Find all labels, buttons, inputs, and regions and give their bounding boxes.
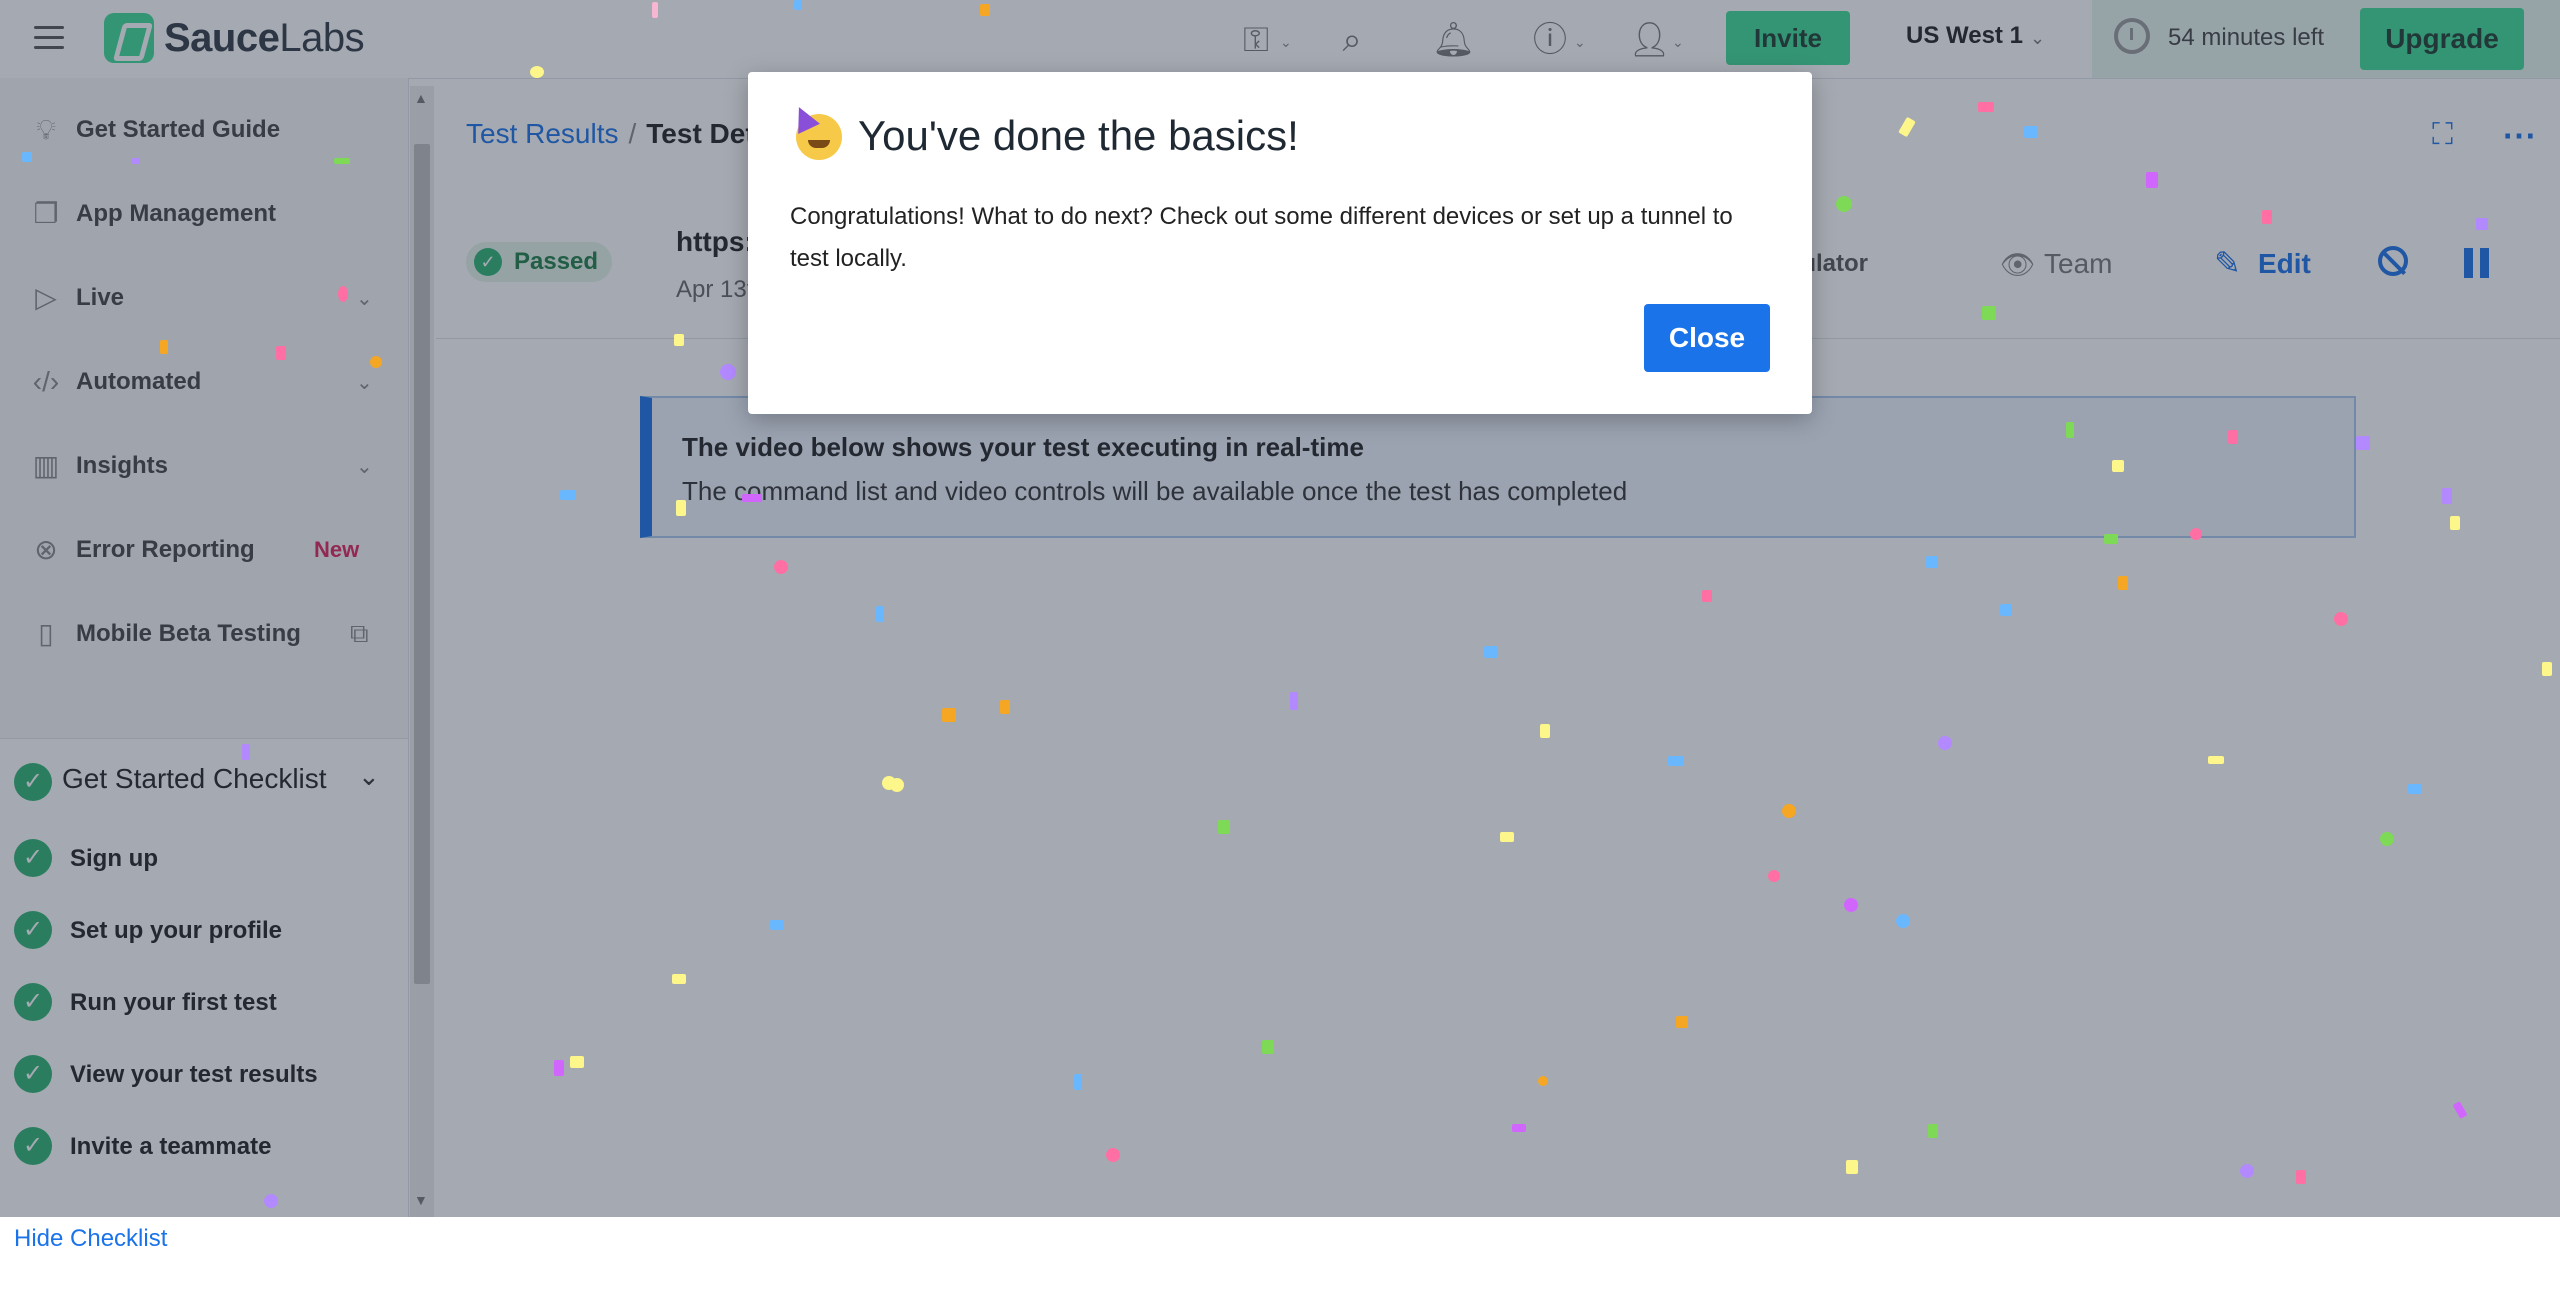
close-button[interactable]: Close (1644, 304, 1770, 372)
hide-checklist-link[interactable]: Hide Checklist (14, 1225, 167, 1253)
party-face-icon (796, 114, 842, 160)
modal-text: Congratulations! What to do next? Check … (790, 203, 1733, 272)
modal-title: You've done the basics! (858, 112, 1299, 159)
page: SauceLabs ⚿ ⌄ ⌕ 🔔︎ ⓘ ⌄ 👤︎ ⌄ Invite US We… (0, 0, 2560, 1296)
